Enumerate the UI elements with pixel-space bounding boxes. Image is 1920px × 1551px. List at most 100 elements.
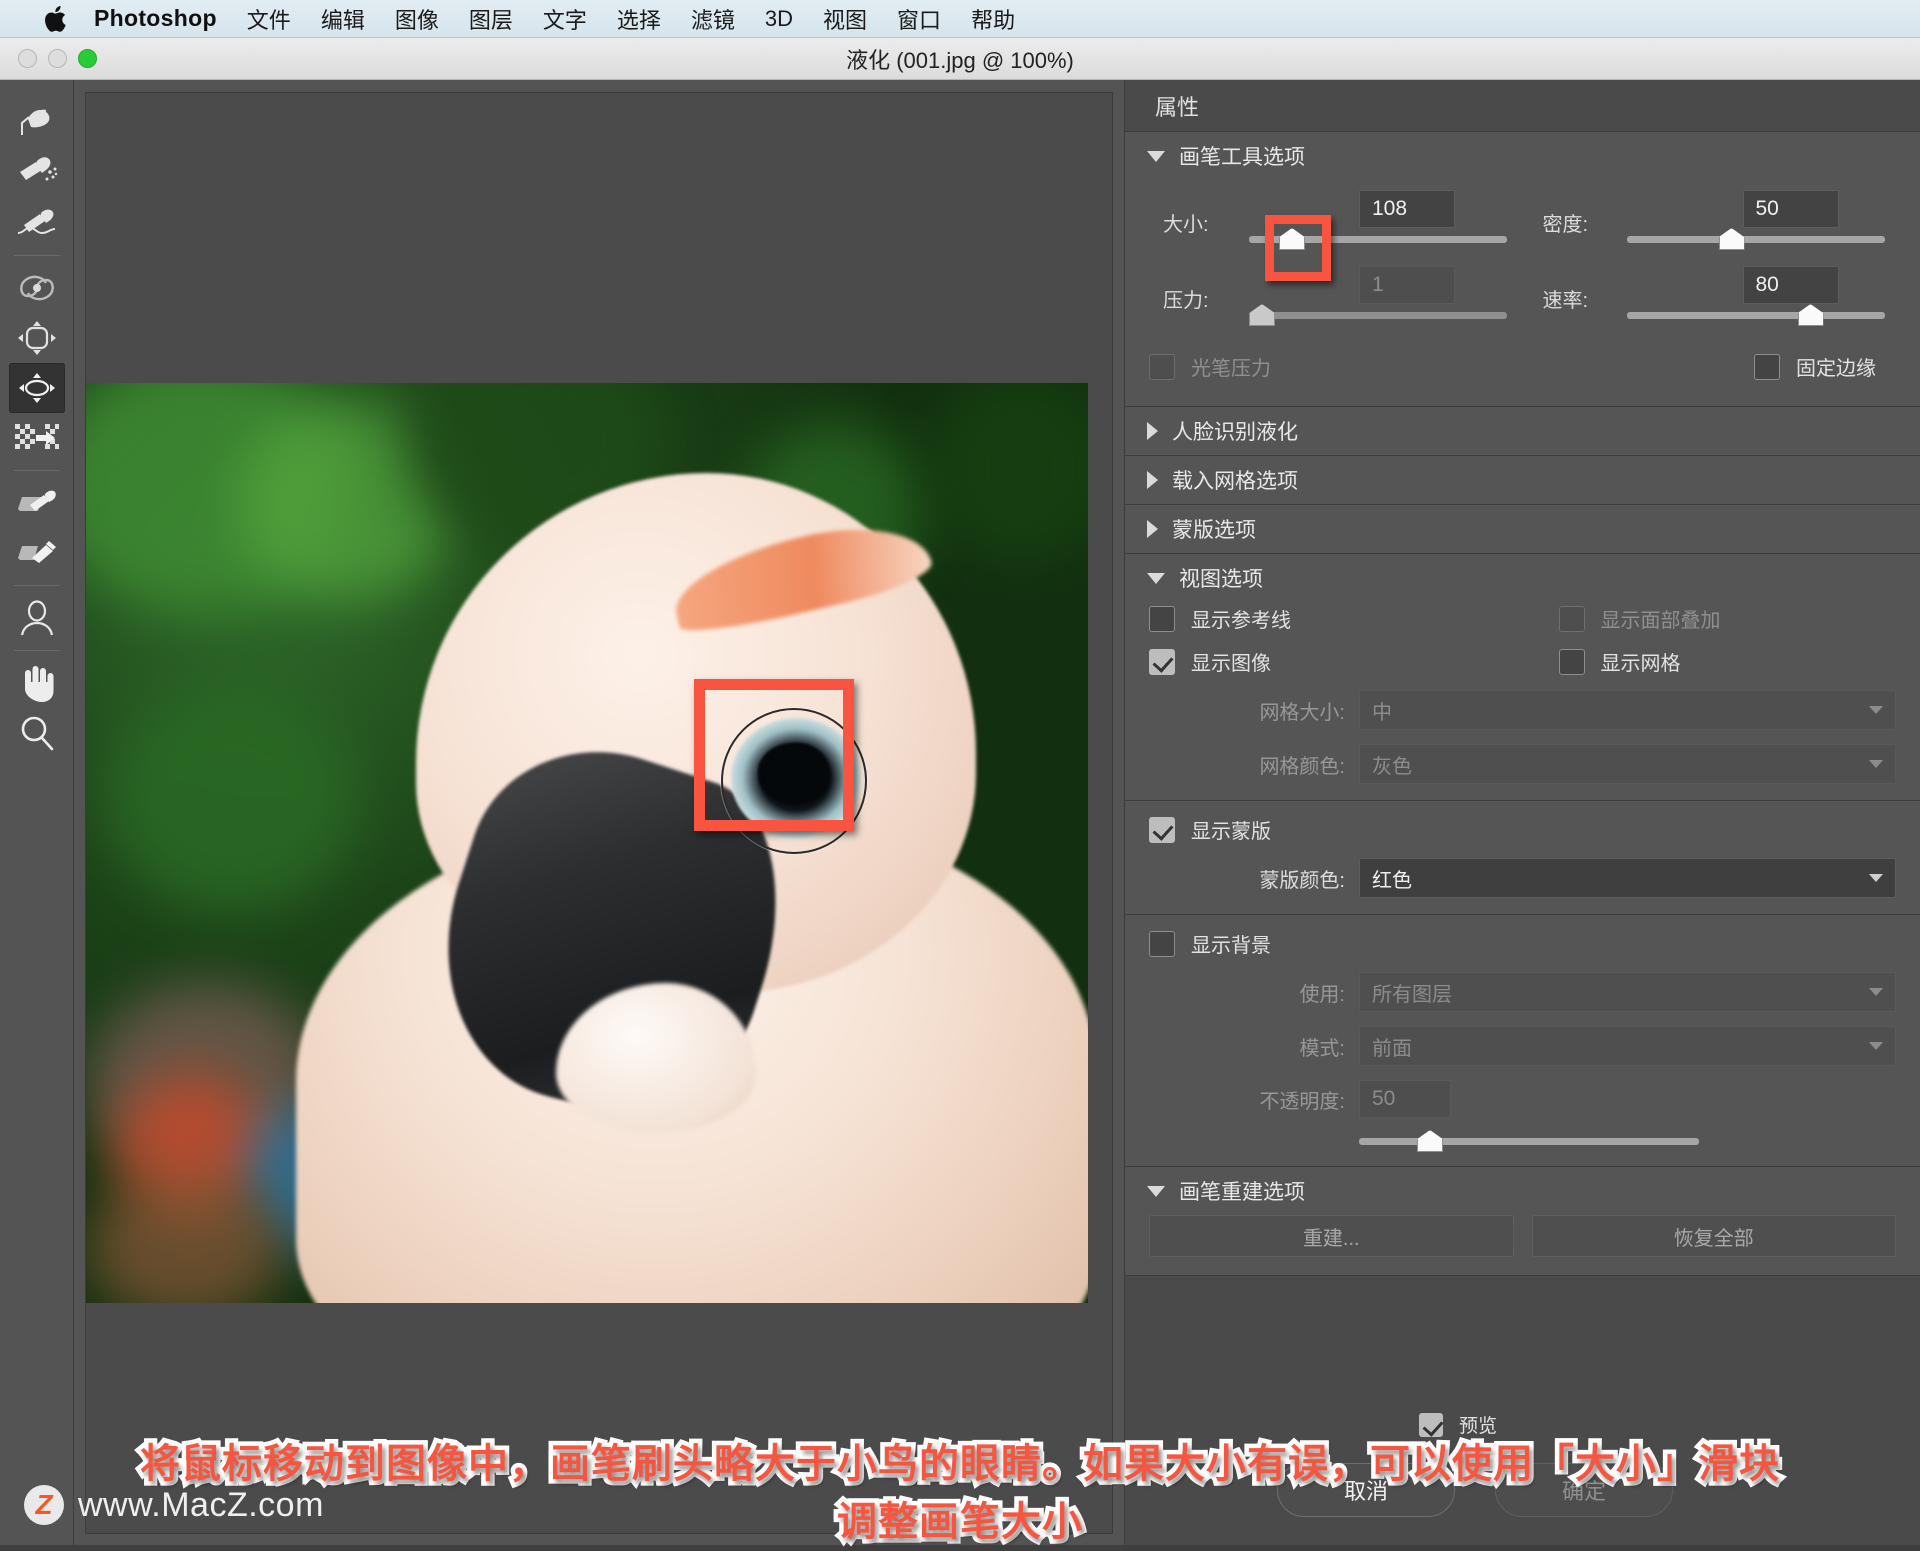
restore-all-button[interactable]: 恢复全部 (1531, 1215, 1896, 1257)
brush-rate-slider-track[interactable] (1626, 312, 1885, 319)
cancel-button[interactable]: 取消 (1277, 1463, 1455, 1517)
brush-size-input[interactable]: 108 (1359, 190, 1455, 228)
show-face-overlay-checkbox[interactable] (1558, 605, 1585, 632)
menu-item-view[interactable]: 视图 (823, 3, 867, 35)
brush-rate-input[interactable]: 80 (1742, 266, 1839, 304)
show-image-checkbox[interactable] (1149, 648, 1175, 675)
show-face-overlay-label: 显示面部叠加 (1600, 610, 1721, 632)
backdrop-opacity-slider-knob[interactable] (1417, 1130, 1443, 1152)
show-mesh-checkbox[interactable] (1558, 648, 1585, 675)
brush-pressure-slider-track[interactable] (1249, 312, 1507, 319)
backdrop-mode-label: 模式: (1299, 1037, 1345, 1060)
show-mask-checkbox[interactable] (1149, 816, 1175, 843)
ok-button[interactable]: 确定 (1495, 1463, 1673, 1517)
chevron-down-icon[interactable] (1147, 572, 1165, 584)
window-title: 液化 (001.jpg @ 100%) (846, 47, 1074, 73)
toolbar-divider (13, 585, 60, 586)
watermark-badge: Z (24, 1485, 64, 1525)
section-header-mask-options[interactable]: 蒙版选项 (1125, 505, 1920, 553)
pin-edges-checkbox[interactable] (1754, 353, 1780, 380)
magnifier-icon[interactable] (9, 708, 65, 758)
menu-item-layer[interactable]: 图层 (469, 3, 513, 35)
chevron-right-icon[interactable] (1147, 520, 1158, 538)
hand-tool[interactable] (9, 658, 65, 708)
section-header-view-options[interactable]: 视图选项 (1125, 554, 1920, 602)
menu-item-filter[interactable]: 滤镜 (691, 3, 735, 35)
bloat-tool[interactable] (8, 363, 65, 413)
field-mesh-size: 网格大小: 中 (1149, 690, 1896, 730)
image-canvas-area[interactable] (74, 80, 1124, 1545)
mask-color-select[interactable]: 红色 (1359, 858, 1896, 898)
canvas-inner[interactable] (85, 92, 1113, 1534)
section-label: 载入网格选项 (1172, 470, 1298, 493)
liquify-image-preview[interactable] (86, 383, 1088, 1303)
forward-warp-tool[interactable] (9, 98, 65, 148)
apple-logo-icon[interactable] (44, 5, 66, 32)
menu-item-window[interactable]: 窗口 (897, 3, 941, 35)
eye-highlight-box (694, 679, 854, 831)
twirl-clockwise-tool[interactable] (9, 263, 65, 313)
app-name[interactable]: Photoshop (94, 5, 217, 32)
brush-pressure-input[interactable]: 1 (1359, 266, 1455, 304)
field-backdrop-use: 使用: 所有图层 (1149, 972, 1896, 1012)
brush-density-input[interactable]: 50 (1742, 190, 1839, 228)
face-tool[interactable] (9, 593, 65, 643)
menu-item-help[interactable]: 帮助 (971, 3, 1015, 35)
menu-item-3d[interactable]: 3D (765, 6, 793, 32)
reconstruct-brush-tool[interactable] (9, 148, 65, 198)
watermark: Z www.MacZ.com (24, 1485, 324, 1525)
brush-pressure-slider-knob[interactable] (1249, 304, 1275, 326)
window-title-bar: 液化 (001.jpg @ 100%) (0, 38, 1920, 80)
menu-item-edit[interactable]: 编辑 (321, 3, 365, 35)
panel-footer: 预览 取消 确定 (1125, 1395, 1920, 1545)
field-brush-density: 密度: 50 (1523, 190, 1897, 260)
field-backdrop-opacity: 不透明度: 50 (1149, 1080, 1896, 1118)
mesh-size-select[interactable]: 中 (1359, 690, 1896, 730)
panel-title: 属性 (1155, 94, 1200, 120)
smooth-brush-tool[interactable] (9, 198, 65, 248)
show-backdrop-checkbox[interactable] (1149, 930, 1175, 957)
section-label: 画笔重建选项 (1179, 1181, 1305, 1204)
backdrop-mode-select[interactable]: 前面 (1359, 1026, 1896, 1066)
field-brush-rate: 速率: 80 (1523, 266, 1897, 336)
section-header-load-mesh-options[interactable]: 载入网格选项 (1125, 456, 1920, 504)
backdrop-opacity-slider-track[interactable] (1359, 1138, 1699, 1145)
properties-panel: 属性 画笔工具选项 大小: 108 密度: 50 压力: 1 速率: 80 光笔… (1124, 80, 1920, 1545)
field-brush-pressure: 压力: 1 (1149, 266, 1523, 336)
chevron-down-icon[interactable] (1147, 1185, 1165, 1197)
thaw-mask-tool[interactable] (9, 528, 65, 578)
pucker-tool[interactable] (9, 313, 65, 363)
backdrop-use-select[interactable]: 所有图层 (1359, 972, 1896, 1012)
menu-item-file[interactable]: 文件 (247, 3, 291, 35)
preview-checkbox[interactable] (1419, 1412, 1443, 1437)
zoom-button[interactable] (78, 49, 97, 68)
brush-density-slider-track[interactable] (1626, 236, 1885, 243)
brush-rate-slider-knob[interactable] (1797, 304, 1824, 326)
brush-rate-label: 速率: (1542, 290, 1589, 312)
show-guides-checkbox[interactable] (1149, 605, 1175, 632)
section-header-brush-reconstruct-options[interactable]: 画笔重建选项 (1125, 1167, 1920, 1215)
backdrop-opacity-input[interactable]: 50 (1359, 1080, 1451, 1118)
brush-density-slider-knob[interactable] (1718, 228, 1745, 250)
menu-item-image[interactable]: 图像 (395, 3, 439, 35)
chevron-right-icon[interactable] (1147, 422, 1158, 440)
close-button[interactable] (18, 49, 37, 68)
chevron-right-icon[interactable] (1147, 471, 1158, 489)
pen-pressure-checkbox[interactable] (1149, 353, 1175, 380)
divider (1125, 800, 1920, 801)
menu-item-select[interactable]: 选择 (617, 3, 661, 35)
section-brush-tool-options: 画笔工具选项 大小: 108 密度: 50 压力: 1 速率: 80 光笔压力 … (1125, 132, 1920, 407)
chevron-down-icon[interactable] (1147, 150, 1165, 162)
panel-header: 属性 (1125, 80, 1920, 132)
minimize-button[interactable] (48, 49, 67, 68)
freeze-mask-tool[interactable] (9, 478, 65, 528)
traffic-lights (18, 49, 97, 68)
section-header-brush-tool-options[interactable]: 画笔工具选项 (1125, 132, 1920, 180)
reconstruct-button[interactable]: 重建... (1149, 1215, 1514, 1257)
mesh-size-value: 中 (1372, 701, 1392, 724)
watermark-text: www.MacZ.com (78, 1485, 324, 1524)
section-header-face-aware-liquify[interactable]: 人脸识别液化 (1125, 407, 1920, 455)
mesh-color-select[interactable]: 灰色 (1359, 744, 1896, 784)
menu-item-type[interactable]: 文字 (543, 3, 587, 35)
push-left-tool[interactable] (9, 413, 65, 463)
